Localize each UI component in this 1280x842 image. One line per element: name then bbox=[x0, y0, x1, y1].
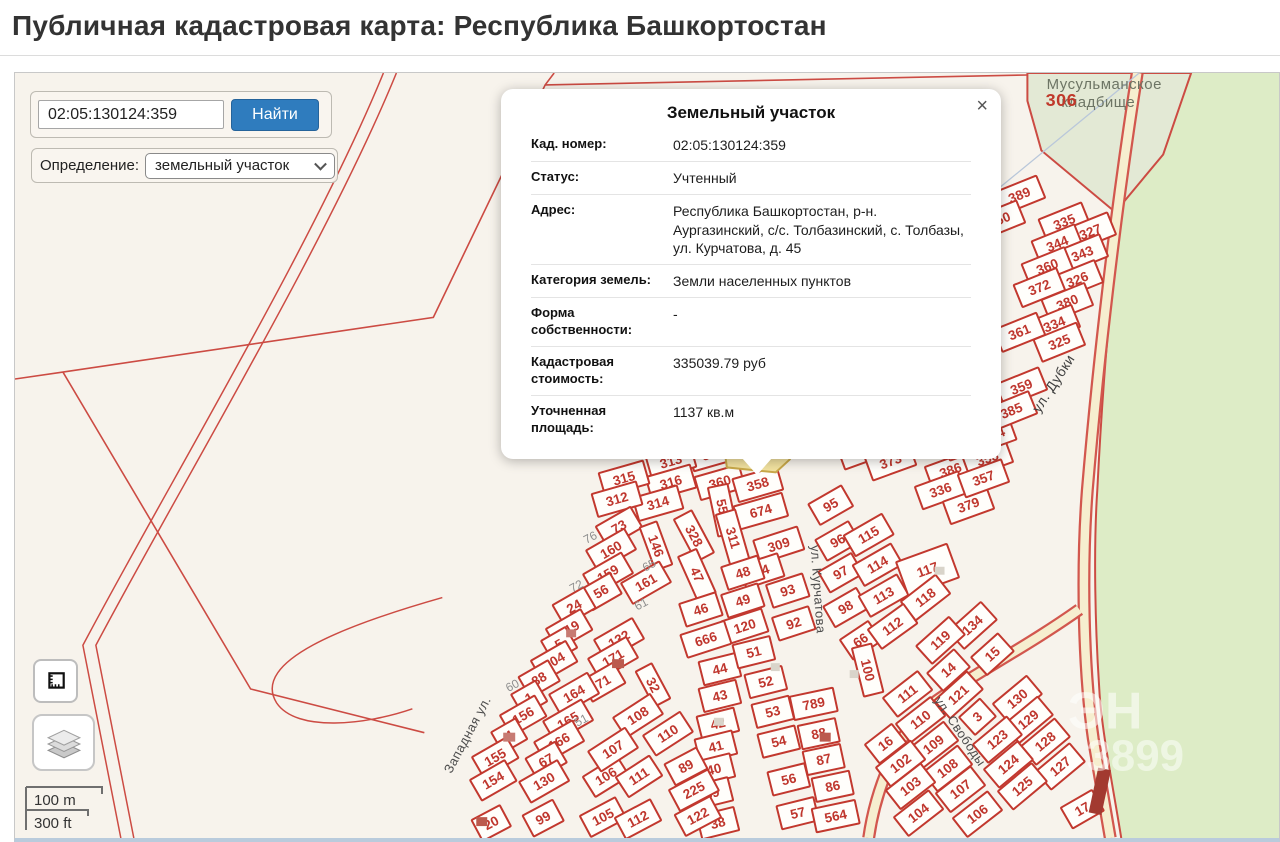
scale-control: 100 m 300 ft bbox=[24, 783, 120, 838]
info-value: Земли населенных пунктов bbox=[673, 272, 971, 290]
building bbox=[714, 718, 724, 726]
page-title: Публичная кадастровая карта: Республика … bbox=[12, 10, 1280, 42]
info-row: Адрес:Республика Башкортостан, р-н. Аург… bbox=[531, 195, 971, 265]
parcel-number: 86 bbox=[824, 777, 842, 795]
info-row: Категория земель:Земли населенных пункто… bbox=[531, 265, 971, 298]
info-row: Кадастровая стоимость:335039.79 руб bbox=[531, 347, 971, 396]
close-icon[interactable]: × bbox=[976, 96, 988, 116]
building bbox=[503, 733, 515, 742]
map-label: 306 bbox=[1046, 90, 1077, 110]
definition-label: Определение: bbox=[40, 157, 139, 174]
info-label: Кад. номер: bbox=[531, 136, 673, 154]
parcel-info-popup: × Земельный участок Кад. номер:02:05:130… bbox=[501, 89, 1001, 459]
info-value: - bbox=[673, 305, 971, 339]
info-value: 02:05:130124:359 bbox=[673, 136, 971, 154]
search-panel: Найти bbox=[30, 91, 332, 138]
popup-title: Земельный участок bbox=[531, 103, 971, 123]
info-label: Уточненная площадь: bbox=[531, 403, 673, 437]
map-container[interactable]: 3573603586743133163143153125503113284730… bbox=[14, 72, 1280, 842]
info-row: Уточненная площадь:1137 кв.м bbox=[531, 396, 971, 444]
info-row: Статус:Учтенный bbox=[531, 162, 971, 195]
building bbox=[935, 567, 945, 575]
info-row: Кад. номер:02:05:130124:359 bbox=[531, 129, 971, 162]
definition-panel: Определение: земельный участок bbox=[31, 148, 338, 183]
scale-metric: 100 m bbox=[34, 792, 76, 809]
parcel-number: 87 bbox=[815, 751, 833, 769]
watermark: 3899 bbox=[1086, 732, 1184, 781]
building bbox=[476, 817, 487, 826]
info-label: Адрес: bbox=[531, 202, 673, 257]
measure-area-icon bbox=[45, 670, 67, 692]
layers-button[interactable] bbox=[32, 714, 95, 771]
search-input[interactable] bbox=[38, 100, 224, 129]
building bbox=[612, 659, 624, 668]
info-label: Категория земель: bbox=[531, 272, 673, 290]
info-value: Учтенный bbox=[673, 169, 971, 187]
scale-imperial: 300 ft bbox=[34, 815, 72, 832]
definition-select[interactable]: земельный участок bbox=[145, 153, 335, 179]
info-value: 1137 кв.м bbox=[673, 403, 971, 437]
info-row: Форма собственности:- bbox=[531, 298, 971, 347]
info-label: Статус: bbox=[531, 169, 673, 187]
divider bbox=[0, 55, 1280, 56]
building bbox=[566, 629, 576, 637]
info-label: Форма собственности: bbox=[531, 305, 673, 339]
building bbox=[771, 663, 780, 671]
layers-icon bbox=[45, 726, 83, 760]
info-value: Республика Башкортостан, р-н. Аургазинск… bbox=[673, 202, 971, 257]
popup-rows: Кад. номер:02:05:130124:359Статус:Учтенн… bbox=[531, 129, 971, 443]
info-label: Кадастровая стоимость: bbox=[531, 354, 673, 388]
measure-button[interactable] bbox=[33, 659, 78, 703]
find-button[interactable]: Найти bbox=[231, 99, 319, 131]
info-value: 335039.79 руб bbox=[673, 354, 971, 388]
building bbox=[820, 733, 831, 742]
building bbox=[850, 670, 859, 678]
